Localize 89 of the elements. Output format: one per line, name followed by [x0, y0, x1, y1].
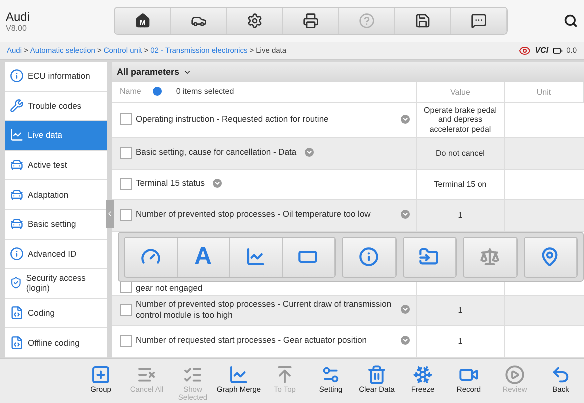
gauge-button[interactable] — [125, 238, 178, 276]
battery-icon — [552, 46, 563, 56]
save-icon — [414, 13, 430, 29]
message-button[interactable] — [451, 8, 507, 34]
play-icon — [505, 365, 525, 385]
parameter-name: Operating instruction - Requested action for routine — [136, 114, 329, 124]
car-icon — [10, 158, 24, 172]
app-title: Audi — [6, 10, 32, 24]
info-button[interactable] — [343, 238, 396, 276]
column-header: Value — [417, 82, 505, 102]
row-menu-icon[interactable] — [212, 179, 222, 188]
parameter-value: 1 — [458, 336, 463, 346]
info-icon — [10, 246, 24, 261]
info-icon — [358, 247, 379, 267]
parameter-value: Terminal 15 on — [434, 180, 487, 190]
row-checkbox[interactable] — [120, 178, 132, 190]
parameter-name: Number of requested start processes - Gear actuator position — [136, 335, 368, 346]
car-icon — [10, 188, 24, 202]
selected-count: 0 items selected — [176, 86, 234, 96]
car-icon — [10, 217, 24, 232]
column-header: Name — [120, 86, 142, 96]
map-pin-button[interactable] — [524, 238, 577, 276]
map-pin-icon — [540, 247, 560, 267]
sidebar-item[interactable]: Advanced ID — [5, 240, 107, 270]
version-label: V8.00 — [6, 24, 28, 32]
row-checkbox[interactable] — [120, 304, 132, 316]
row-checkbox[interactable] — [120, 281, 132, 293]
row-menu-icon[interactable] — [401, 210, 410, 219]
parameter-value: Do not cancel — [436, 148, 485, 158]
help-icon — [358, 13, 374, 29]
code-icon — [10, 306, 24, 320]
sidebar-item[interactable]: Trouble codes — [5, 92, 107, 122]
back-arrow-icon — [551, 365, 571, 385]
info-icon — [10, 69, 24, 84]
connection-icon — [519, 44, 532, 56]
parameter-value: Operate brake pedal and depress accelerator pedal — [423, 106, 498, 134]
sidebar-item[interactable]: Security access (login) — [5, 269, 107, 299]
folder-arrow-button[interactable] — [404, 238, 456, 276]
save-button[interactable] — [395, 8, 451, 34]
chart-icon — [10, 128, 24, 142]
scale-icon — [480, 247, 500, 267]
row-checkbox[interactable] — [120, 113, 132, 125]
search-button[interactable] — [564, 14, 578, 28]
trash-icon — [367, 365, 387, 385]
list-x-icon — [137, 365, 157, 385]
parameter-name: Number of prevented stop processes - Current draw of transmission control module is too high — [136, 299, 393, 320]
home-icon — [134, 13, 150, 29]
line-chart-icon — [246, 247, 266, 267]
row-menu-icon[interactable] — [401, 305, 410, 314]
line-chart-button[interactable] — [230, 238, 282, 276]
vci-status: VCI — [535, 46, 549, 55]
row-menu-icon[interactable] — [401, 336, 410, 345]
row-menu-icon[interactable] — [304, 148, 314, 157]
parameter-name: Basic setting, cause for cancellation - Data — [136, 147, 297, 158]
printer-icon — [302, 13, 318, 29]
chevron-left-icon — [106, 210, 114, 218]
gauge-icon — [140, 247, 161, 267]
plus-icon — [91, 365, 111, 385]
collapse-handle[interactable] — [106, 200, 114, 228]
sidebar-item[interactable]: Offline coding — [5, 328, 107, 358]
snowflake-icon — [413, 365, 433, 385]
parameter-name: Number of prevented stop processes - Oil temperature too low — [136, 209, 371, 220]
column-header: Unit — [505, 82, 584, 102]
chart-icon — [229, 365, 249, 385]
printer-button[interactable] — [283, 8, 339, 34]
message-icon — [470, 13, 486, 29]
parameter-filter-dropdown[interactable]: All parameters — [112, 62, 584, 82]
car-lift-button[interactable] — [171, 8, 227, 34]
parameter-value: 1 — [458, 306, 463, 316]
row-menu-icon[interactable] — [401, 114, 410, 124]
folder-arrow-icon — [419, 247, 440, 267]
settings-button[interactable] — [227, 8, 283, 34]
row-checkbox[interactable] — [120, 146, 132, 158]
sidebar-item[interactable]: Basic setting — [5, 210, 107, 240]
parameter-name: Terminal 15 status — [136, 178, 205, 189]
sidebar-item[interactable]: Live data — [5, 121, 107, 151]
sidebar-item[interactable]: Active test — [5, 150, 107, 180]
parameter-value: 1 — [458, 210, 463, 220]
sidebar-item[interactable]: Adaptation — [5, 180, 107, 210]
row-checkbox[interactable] — [120, 208, 132, 220]
settings-icon — [246, 13, 262, 29]
bar-button[interactable] — [282, 238, 335, 276]
shield-icon — [10, 276, 22, 290]
sidebar-item[interactable]: ECU information — [5, 62, 107, 92]
row-checkbox[interactable] — [120, 334, 132, 346]
parameter-name: gear not engaged — [136, 282, 203, 293]
sidebar-item[interactable]: Coding — [5, 298, 107, 328]
code-icon — [10, 336, 24, 350]
list-check-icon — [183, 365, 203, 385]
